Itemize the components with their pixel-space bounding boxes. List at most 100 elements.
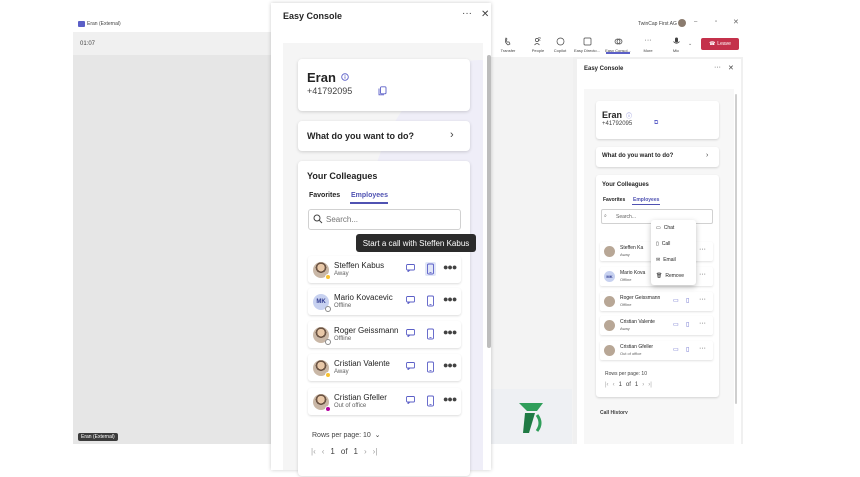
chat-icon: ▭ — [656, 225, 661, 231]
side-colleague-status: Offline — [620, 277, 632, 282]
colleague-row[interactable]: MK Mario Kovacevic Offline ●●● — [308, 288, 461, 315]
search-input[interactable] — [326, 211, 456, 228]
side-list-item[interactable]: Roger Geissmann Offline ▭ ▯ ··· — [600, 292, 713, 311]
call-button[interactable] — [425, 360, 436, 374]
side-rows-per-page[interactable]: Rows per page: 10 — [605, 371, 647, 377]
panel-title: Easy Console — [283, 11, 343, 21]
call-button[interactable] — [425, 394, 436, 408]
chat-icon[interactable] — [406, 329, 415, 337]
more-actions-icon[interactable]: ●●● — [443, 262, 457, 272]
context-menu-remove[interactable]: 🗑 Remove — [656, 273, 684, 279]
side-tab-favorites[interactable]: Favorites — [603, 197, 625, 203]
more-actions-icon[interactable]: ●●● — [443, 294, 457, 304]
colleague-row[interactable]: Cristian Valente Away ●●● — [308, 354, 461, 381]
colleague-row[interactable]: Roger Geissmann Offline ●●● — [308, 321, 461, 348]
colleague-status: Away — [334, 369, 349, 375]
last-page-icon[interactable]: ›| — [373, 447, 378, 456]
side-chat-icon[interactable]: ▭ — [673, 346, 679, 353]
user-avatar[interactable] — [678, 19, 686, 27]
call-button[interactable] — [425, 262, 436, 276]
side-chat-icon[interactable]: ▭ — [673, 321, 679, 328]
call-button[interactable] — [425, 327, 436, 341]
side-chat-icon[interactable]: ▭ — [673, 297, 679, 304]
toolbar-label: People — [531, 48, 545, 53]
side-call-icon[interactable]: ▯ — [686, 346, 689, 353]
more-actions-icon[interactable]: ●●● — [443, 327, 457, 337]
side-colleague-name: Mario Kova — [620, 270, 646, 276]
side-more-actions-icon[interactable]: ··· — [699, 246, 706, 253]
last-page-icon[interactable]: ›| — [648, 382, 652, 388]
side-colleague-name: Steffen Ka — [620, 245, 644, 251]
panel-scrollbar[interactable] — [487, 55, 491, 348]
context-menu-call[interactable]: ▯ Call — [656, 241, 670, 247]
side-more-actions-icon[interactable]: ··· — [699, 296, 706, 303]
side-more-actions-icon[interactable]: ··· — [699, 271, 706, 278]
colleague-status: Offline — [334, 303, 352, 309]
window-close-icon[interactable]: ✕ — [733, 18, 739, 26]
prev-page-icon[interactable]: ‹ — [613, 382, 615, 388]
toolbar-easy-console[interactable]: Easy Consol... — [604, 37, 632, 53]
side-more-actions-icon[interactable]: ··· — [699, 320, 706, 327]
side-call-history-label: Call History — [600, 410, 628, 414]
side-close-icon[interactable]: ✕ — [728, 64, 734, 72]
presence-away-icon — [325, 274, 331, 280]
mic-chevron-icon[interactable]: ⌄ — [688, 41, 692, 47]
colleague-row[interactable]: Cristian Gfeller Out of office ●●● — [308, 388, 461, 415]
copy-icon[interactable] — [378, 86, 387, 96]
side-more-icon[interactable]: ··· — [714, 64, 721, 71]
presence-away-icon — [325, 372, 331, 378]
more-icon: ··· — [644, 37, 652, 44]
next-page-icon[interactable]: › — [642, 382, 644, 388]
side-call-icon[interactable]: ▯ — [686, 297, 689, 304]
rows-per-page-select[interactable]: Rows per page: 10 ⌄ — [312, 431, 381, 439]
toolbar-label: More — [643, 48, 653, 53]
more-actions-icon[interactable]: ●●● — [443, 360, 457, 370]
close-icon[interactable]: ✕ — [481, 9, 489, 20]
side-action-label: What do you want to do? — [602, 153, 674, 159]
side-colleague-name: Cristian Gfeller — [620, 344, 654, 350]
side-tab-employees[interactable]: Employees — [633, 197, 659, 203]
chat-icon[interactable] — [406, 296, 415, 304]
more-options-icon[interactable]: ··· — [462, 8, 472, 19]
more-actions-icon[interactable]: ●●● — [443, 394, 457, 404]
side-list-item[interactable]: Cristian Valente Away ▭ ▯ ··· — [600, 316, 713, 335]
first-page-icon[interactable]: |‹ — [605, 382, 609, 388]
context-menu-chat[interactable]: ▭ Chat — [656, 225, 674, 231]
info-icon[interactable] — [341, 73, 349, 81]
chat-icon[interactable] — [406, 396, 415, 404]
rows-per-page-label: Rows per page: 10 — [312, 432, 371, 439]
context-menu-email[interactable]: ✉ Email — [656, 257, 676, 263]
chat-icon[interactable] — [406, 264, 415, 272]
toolbar-transfer[interactable]: Transfer — [494, 37, 522, 53]
copilot-icon — [556, 37, 565, 46]
of-label: of — [625, 382, 631, 388]
toolbar-mic[interactable]: Mic — [662, 37, 690, 53]
mail-icon: ✉ — [656, 257, 661, 263]
next-page-icon[interactable]: › — [364, 447, 367, 456]
call-timer: 01:07 — [80, 41, 96, 47]
mic-icon — [672, 37, 681, 46]
of-label: of — [340, 447, 348, 456]
chat-icon[interactable] — [406, 362, 415, 370]
side-copy-icon[interactable]: ⧉ — [654, 120, 658, 127]
side-scrollbar[interactable] — [735, 94, 737, 404]
colleague-row[interactable]: Steffen Kabus Away ●●● — [308, 256, 461, 283]
tab-employees[interactable]: Employees — [351, 192, 388, 199]
side-info-icon[interactable]: ⓘ — [626, 111, 632, 120]
side-list-item[interactable]: Cristian Gfeller Out of office ▭ ▯ ··· — [600, 341, 713, 360]
toolbar-easy-directory[interactable]: Easy Directo... — [573, 37, 601, 53]
colleague-name: Cristian Valente — [334, 359, 390, 368]
side-call-icon[interactable]: ▯ — [686, 321, 689, 328]
contact-name: Eran — [307, 70, 336, 85]
first-page-icon[interactable]: |‹ — [311, 447, 316, 456]
phone-icon — [427, 395, 434, 407]
tab-favorites[interactable]: Favorites — [309, 192, 340, 199]
toolbar-more[interactable]: ··· More — [634, 37, 662, 53]
leave-button[interactable]: ☎ Leave — [701, 38, 739, 50]
prev-page-icon[interactable]: ‹ — [322, 447, 325, 456]
restore-icon[interactable]: ▫ — [715, 19, 717, 25]
side-more-actions-icon[interactable]: ··· — [699, 345, 706, 352]
call-button[interactable] — [425, 294, 436, 308]
toolbar-copilot[interactable]: Copilot — [546, 37, 574, 53]
minimize-icon[interactable]: – — [694, 19, 697, 25]
